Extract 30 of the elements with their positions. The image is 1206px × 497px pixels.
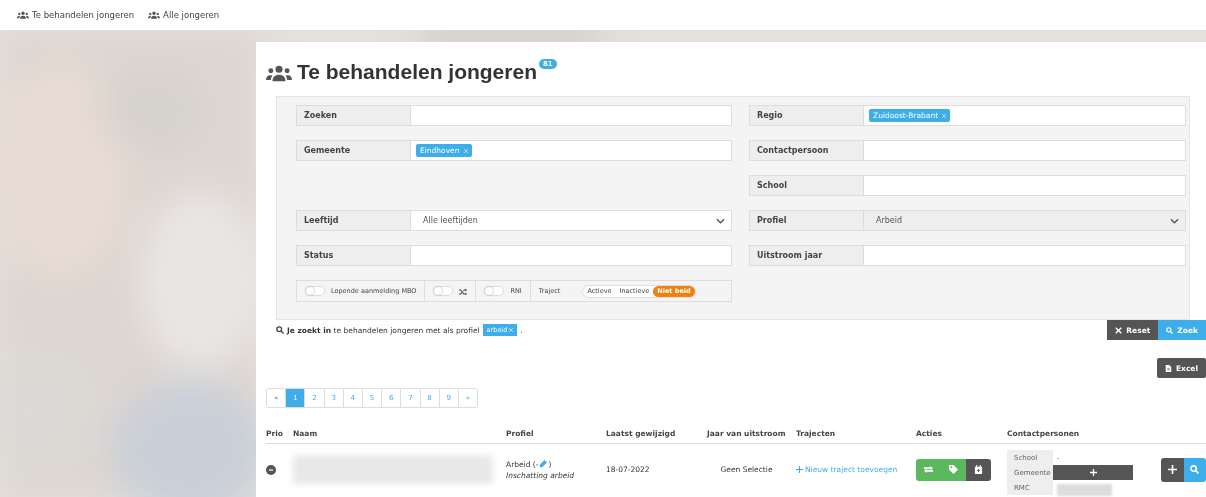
page-title: Te behandelen jongeren [297, 60, 537, 84]
toggle-switch[interactable] [305, 286, 325, 296]
search-icon [1190, 465, 1200, 474]
calendar-button[interactable] [966, 458, 991, 481]
users-icon [148, 11, 161, 19]
add-button[interactable] [1161, 457, 1184, 482]
plus-icon [796, 466, 803, 473]
nav-link[interactable]: Alle jongeren [148, 10, 220, 20]
calendar-icon [974, 465, 983, 474]
close-icon [509, 328, 514, 332]
nav-link[interactable]: Te behandelen jongeren [17, 10, 135, 20]
add-contact-button[interactable] [1053, 465, 1133, 480]
swap-button[interactable] [916, 458, 941, 481]
arrows-icon [924, 465, 933, 474]
shuffle-icon [459, 287, 468, 295]
tag-icon [949, 465, 958, 474]
search-icon [1166, 326, 1174, 334]
search-button[interactable] [1183, 457, 1206, 482]
dot-icon [266, 464, 276, 475]
redacted-value [1057, 483, 1112, 496]
pencil-icon [539, 460, 548, 468]
file-icon [1164, 364, 1172, 372]
plus-icon [1167, 465, 1177, 474]
toggle-switch[interactable] [433, 286, 454, 296]
users-icon [17, 11, 29, 19]
search-icon [276, 326, 284, 334]
toggle-switch[interactable] [484, 286, 505, 296]
plus-icon [1089, 469, 1097, 476]
close-icon [1115, 326, 1123, 334]
users-icon [266, 64, 292, 82]
